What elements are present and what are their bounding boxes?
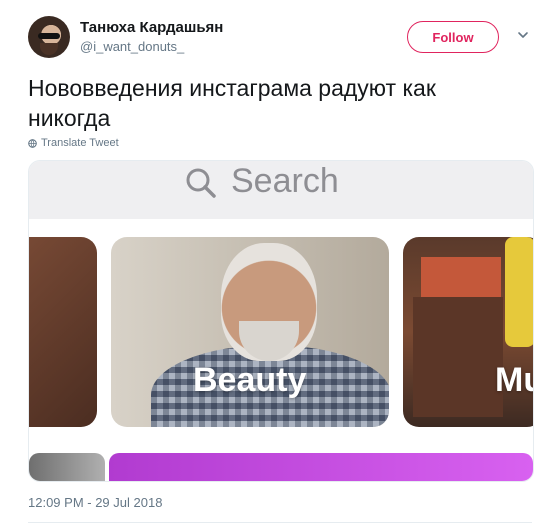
tile-photo-person [505, 237, 533, 347]
tile-label-music: Mu [495, 361, 533, 399]
avatar[interactable] [28, 16, 70, 58]
media-screenshot[interactable]: Search Beauty Mu [28, 160, 534, 482]
chevron-down-icon[interactable] [515, 27, 531, 43]
tweet-timestamp[interactable]: 12:09 PM - 29 Jul 2018 [28, 495, 162, 510]
media-bottom-strip [29, 449, 533, 481]
story-thumb-left[interactable] [29, 453, 105, 481]
explore-tile-left[interactable] [29, 237, 97, 427]
search-icon [186, 168, 216, 198]
tweet-text: Нововведения инстаграма радуют как никог… [28, 75, 436, 131]
globe-icon [28, 138, 37, 148]
search-bar[interactable]: Search [29, 161, 533, 219]
follow-button[interactable]: Follow [407, 21, 499, 53]
author-name[interactable]: Танюха Кардашьян [80, 19, 223, 36]
explore-tiles: Beauty Mu [29, 219, 533, 429]
explore-tile-beauty[interactable]: Beauty [111, 237, 389, 427]
tile-photo-shop [421, 257, 501, 297]
explore-tile-music[interactable]: Mu [403, 237, 533, 427]
search-placeholder: Search [231, 162, 339, 200]
avatar-glasses [38, 33, 60, 39]
translate-tweet[interactable]: Translate Tweet [28, 137, 119, 149]
author-handle[interactable]: @i_want_donuts_ [80, 39, 184, 54]
avatar-beard [40, 43, 58, 55]
tile-photo-counter [413, 297, 503, 417]
tile-label-beauty: Beauty [193, 361, 307, 399]
translate-label: Translate Tweet [41, 137, 119, 149]
story-thumb-right[interactable] [109, 453, 533, 481]
tweet-header: Танюха Кардашьян @i_want_donuts_ Follow [0, 0, 557, 70]
